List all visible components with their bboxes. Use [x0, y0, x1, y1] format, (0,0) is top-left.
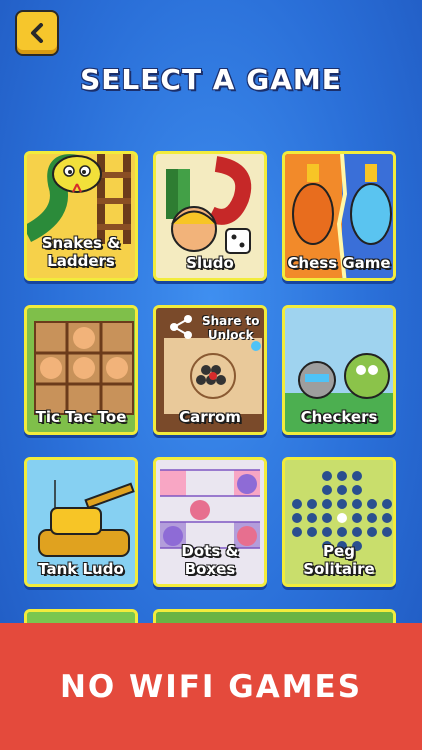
game-card-chess[interactable]: Chess Game	[282, 151, 396, 281]
page-title: SELECT A GAME	[80, 63, 342, 96]
game-label: Tic Tac Toe	[35, 408, 127, 426]
game-card-tank-ludo[interactable]: Tank Ludo	[24, 457, 138, 587]
game-label: Peg Solitaire	[303, 542, 375, 578]
promo-banner: NO WIFI GAMES	[0, 623, 422, 750]
game-label: Carrom	[179, 408, 241, 426]
back-button[interactable]	[15, 10, 59, 56]
game-label: Tank Ludo	[38, 560, 124, 578]
promo-banner-text: NO WIFI GAMES	[59, 668, 363, 705]
game-card-sludo[interactable]: Sludo	[153, 151, 267, 281]
game-card-checkers[interactable]: Checkers	[282, 305, 396, 435]
game-label: Ladders	[47, 252, 115, 270]
game-card-snakes-ladders[interactable]: Snakes & Ladders	[24, 151, 138, 281]
game-label: Chess Game	[287, 254, 391, 272]
game-label: Checkers	[300, 408, 378, 426]
chevron-left-icon	[31, 23, 43, 43]
game-label: Sludo	[186, 254, 234, 272]
game-card-peg-solitaire[interactable]: Peg Solitaire	[282, 457, 396, 587]
game-card-carrom[interactable]: Share to Unlock Carrom	[153, 305, 267, 435]
game-card-tic-tac-toe[interactable]: Tic Tac Toe	[24, 305, 138, 435]
share-icon	[170, 315, 192, 339]
game-card-dots-boxes[interactable]: Dots & Boxes	[153, 457, 267, 587]
game-label: Snakes &	[41, 234, 121, 252]
share-to-unlock-badge: Share to Unlock	[202, 314, 260, 342]
game-label: Dots & Boxes	[181, 542, 239, 578]
